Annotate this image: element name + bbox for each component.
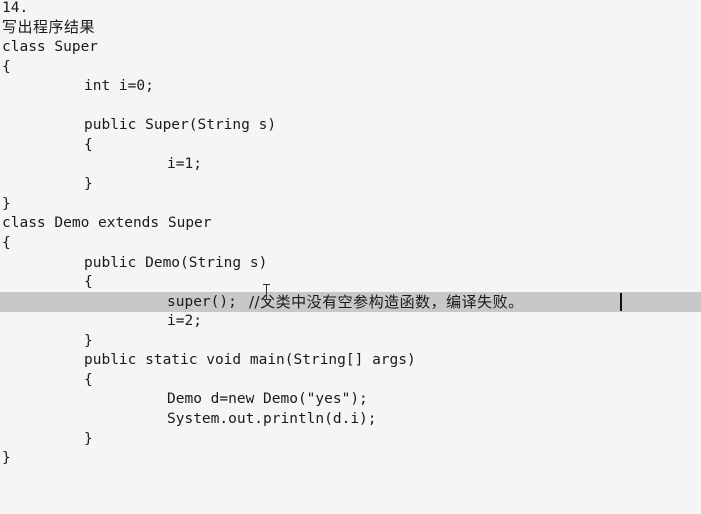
code-line: } <box>0 429 701 449</box>
code-line: public Demo(String s) <box>0 253 701 273</box>
code-text: public Super(String s) <box>84 117 277 133</box>
code-line: } <box>0 174 701 194</box>
code-text: i=1; <box>167 156 202 172</box>
code-line: System.out.println(d.i); <box>0 409 701 429</box>
code-text: } <box>84 176 93 192</box>
code-line: int i=0; <box>0 76 701 96</box>
code-text: } <box>84 431 93 447</box>
code-line: i=2; <box>0 311 701 331</box>
code-text: class Super <box>2 39 99 55</box>
code-text: super(); <box>167 294 237 310</box>
code-line: { <box>0 370 701 390</box>
code-line: class Super <box>0 37 701 57</box>
code-line: public static void main(String[] args) <box>0 350 701 370</box>
active-code-line[interactable]: super(); //父类中没有空参构造函数，编译失败。 <box>0 292 701 312</box>
code-text: } <box>2 196 11 212</box>
code-text: System.out.println(d.i); <box>167 411 377 427</box>
code-text: int i=0; <box>84 78 154 94</box>
code-text: { <box>2 59 11 75</box>
code-text: } <box>84 333 93 349</box>
code-comment: //父类中没有空参构造函数，编译失败。 <box>249 293 524 311</box>
code-line: class Demo extends Super <box>0 213 701 233</box>
code-text: } <box>2 450 11 466</box>
question-number-line: 14. <box>0 0 701 18</box>
code-text: { <box>84 274 93 290</box>
code-text: public static void main(String[] args) <box>84 352 416 368</box>
code-line: } <box>0 194 701 214</box>
ibeam-cursor-icon <box>262 283 271 301</box>
code-line: public Super(String s) <box>0 115 701 135</box>
code-text: { <box>84 372 93 388</box>
code-line: { <box>0 233 701 253</box>
code-text: public Demo(String s) <box>84 255 268 271</box>
question-number: 14. <box>2 0 29 16</box>
code-line: } <box>0 331 701 351</box>
code-line: { <box>0 272 701 292</box>
code-line: { <box>0 57 701 77</box>
code-text: i=2; <box>167 313 202 329</box>
code-line: { <box>0 135 701 155</box>
code-text: { <box>84 137 93 153</box>
code-editor[interactable]: 14. 写出程序结果 class Super { int i=0; public… <box>0 0 701 514</box>
code-line: i=1; <box>0 154 701 174</box>
instruction-line: 写出程序结果 <box>0 17 701 37</box>
code-text: { <box>2 235 11 251</box>
code-line: } <box>0 448 701 468</box>
code-line: Demo d=new Demo("yes"); <box>0 389 701 409</box>
instruction-text: 写出程序结果 <box>2 18 96 36</box>
code-text: class Demo extends Super <box>2 215 212 231</box>
code-text: Demo d=new Demo("yes"); <box>167 391 368 407</box>
text-caret <box>620 293 622 311</box>
